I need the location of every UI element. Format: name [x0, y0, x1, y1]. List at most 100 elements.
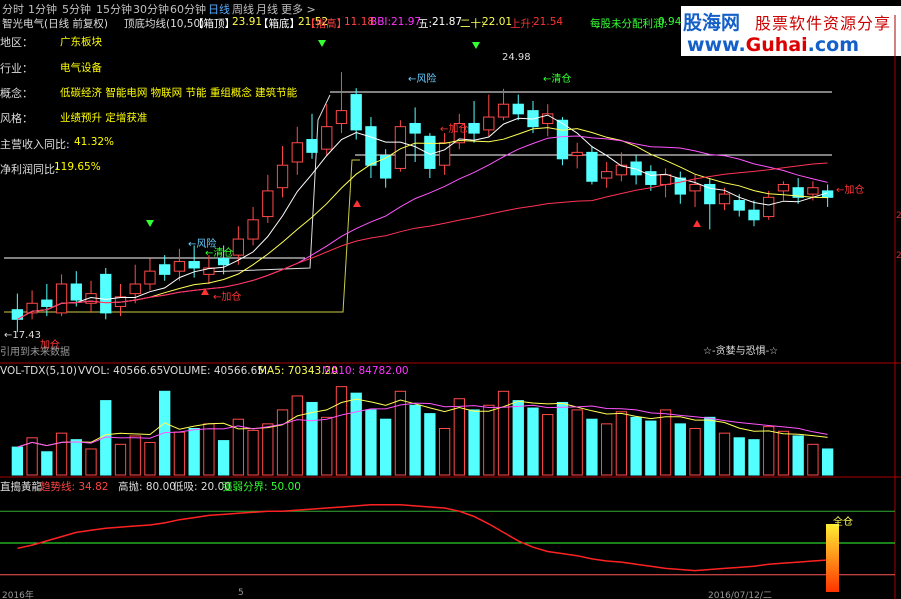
candle — [85, 280, 97, 313]
low-price-label: ←17.43 — [4, 330, 42, 341]
volume-bar — [777, 430, 790, 476]
candle — [409, 107, 421, 162]
axis-date-label: 2016/07/12/二 — [708, 591, 772, 599]
volume-bar — [144, 441, 156, 476]
candle-body — [380, 155, 392, 179]
volume-bar — [704, 416, 716, 476]
candle — [586, 145, 598, 185]
candle-body — [129, 283, 141, 295]
candle-body — [41, 299, 53, 307]
candle — [704, 178, 716, 230]
candlestick-chart — [0, 15, 901, 599]
candle-body — [144, 270, 156, 285]
candle-body — [247, 219, 259, 240]
volume-bar — [527, 407, 539, 476]
candle-body — [571, 151, 583, 157]
candle — [276, 145, 289, 198]
candle-body — [159, 264, 171, 275]
volume-bar — [659, 409, 672, 476]
volume-bar — [350, 392, 362, 476]
clear-annotation-2: ←清仓 — [543, 74, 572, 85]
volume-bar — [173, 431, 186, 476]
volume-bar — [41, 451, 53, 476]
candle-body — [365, 126, 377, 166]
candle-body — [468, 122, 480, 134]
candle — [159, 255, 171, 281]
volume-bar — [512, 400, 524, 476]
candle — [41, 284, 53, 317]
candle-body — [55, 283, 68, 314]
axis-month-label: 5 — [238, 588, 244, 598]
volume-bar — [85, 448, 97, 476]
candle — [483, 94, 495, 137]
candle-body — [217, 257, 230, 266]
candle — [394, 120, 407, 172]
candle-body — [763, 196, 775, 218]
clear-annotation-1: ←清仓 — [205, 248, 234, 259]
volume-bar — [114, 443, 127, 476]
candle — [114, 284, 127, 317]
future-data-note: 引用到未来数据 — [0, 347, 70, 358]
candle-body — [291, 142, 303, 163]
candle — [777, 181, 790, 201]
candle-body — [659, 174, 672, 185]
volume-bar — [453, 398, 465, 476]
volume-bar — [262, 423, 274, 476]
volume-bar — [483, 404, 495, 476]
candle-body — [350, 94, 362, 131]
candle — [718, 187, 731, 211]
candle — [438, 133, 451, 175]
volume-bar — [792, 435, 804, 476]
candle — [674, 171, 686, 204]
volume-bar — [100, 400, 112, 476]
add-annotation-2: ←加仓 — [440, 124, 469, 135]
volume-bar — [497, 390, 510, 476]
strength-value: 强弱分界: 50.00 — [222, 481, 301, 493]
candle-body — [409, 122, 421, 134]
volume-bar — [55, 432, 68, 476]
volume-bar — [321, 416, 333, 476]
candle-body — [438, 142, 451, 166]
candle — [11, 293, 24, 333]
volume-bar — [556, 401, 569, 476]
candle-body — [748, 209, 760, 221]
candle-body — [306, 139, 318, 153]
candle — [306, 113, 318, 159]
trend-value: 趋势线: 34.82 — [40, 481, 109, 493]
candle-body — [807, 187, 819, 195]
candle — [247, 206, 259, 246]
volume-bar — [276, 409, 289, 476]
candle — [468, 101, 480, 143]
volume-bar — [188, 428, 200, 476]
candle-body — [600, 171, 613, 179]
indicator-name[interactable]: 直搗黃龍 — [0, 479, 42, 494]
volume-bar — [733, 437, 745, 476]
high-sell-value: 高抛: 80.00 — [118, 481, 176, 493]
volume-value: VOLUME: 40566.65 — [163, 365, 264, 377]
candle-body — [70, 283, 82, 301]
volume-bar — [571, 409, 583, 476]
candle-body — [497, 103, 510, 118]
candle-body — [733, 200, 745, 211]
candle-body — [718, 193, 731, 205]
candle — [144, 258, 156, 291]
candle — [26, 290, 38, 320]
stock-chart-window: 分时 1分钟 5分钟 15分钟 30分钟 60分钟 日线 周线 月线 更多 > … — [0, 0, 901, 599]
volume-bar — [247, 429, 259, 476]
candle — [659, 168, 672, 198]
volume-bar — [380, 418, 392, 476]
risk-annotation-2: ←风险 — [408, 74, 437, 85]
candle — [497, 88, 510, 121]
candle-body — [188, 261, 200, 269]
candle — [512, 94, 524, 121]
candle — [571, 142, 583, 169]
candle-body — [276, 164, 289, 189]
volume-bar — [394, 390, 407, 476]
vvol-value: VVOL: 40566.65 — [78, 365, 164, 377]
candle — [630, 155, 642, 185]
volume-bar — [763, 426, 775, 476]
volume-indicator-name[interactable]: VOL-TDX(5,10) — [0, 365, 77, 377]
candle-body — [232, 238, 245, 256]
candle — [600, 162, 613, 188]
candle — [821, 184, 834, 207]
